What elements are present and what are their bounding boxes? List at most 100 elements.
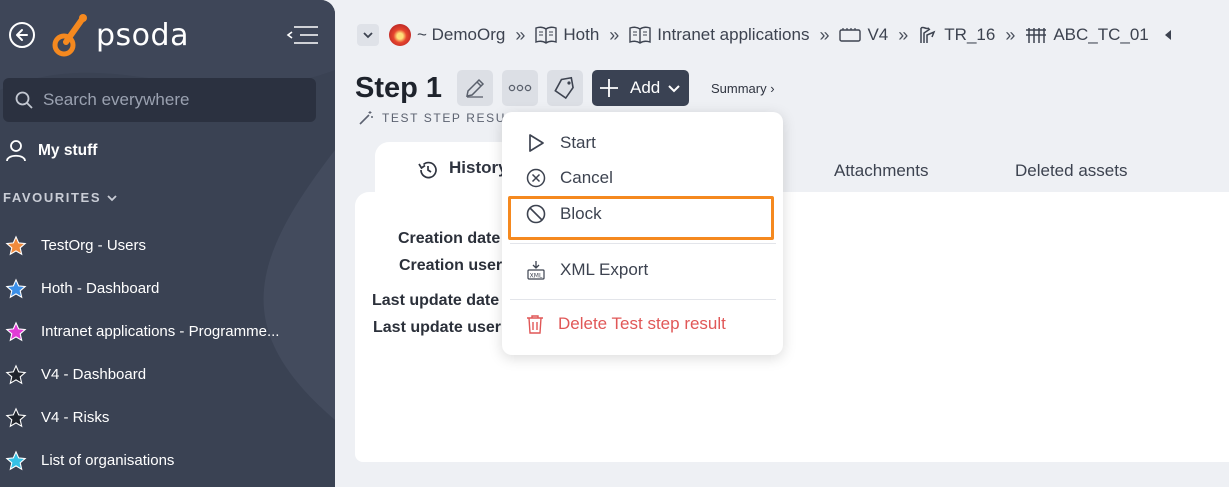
favourite-item[interactable]: Intranet applications - Programme... <box>5 310 279 353</box>
search-box[interactable] <box>3 78 316 122</box>
back-button[interactable] <box>9 22 35 48</box>
chevron-down-icon <box>668 85 680 93</box>
ellipsis-icon <box>508 84 532 92</box>
more-options-button[interactable] <box>502 70 538 106</box>
breadcrumb-separator: » <box>515 24 526 45</box>
breadcrumb-item-hoth[interactable]: Hoth <box>535 25 599 45</box>
book-icon <box>629 26 651 44</box>
favourites-heading[interactable]: FAVOURITES <box>3 190 118 205</box>
edit-button[interactable] <box>457 70 493 106</box>
star-icon <box>5 320 27 341</box>
menu-item-delete[interactable]: Delete Test step result <box>526 309 726 339</box>
breadcrumb-label: Hoth <box>563 25 600 44</box>
breadcrumb-item-org[interactable]: ~ DemoOrg <box>389 24 505 46</box>
breadcrumb-label: ABC_TC_01 <box>1053 25 1149 44</box>
star-icon <box>5 406 27 427</box>
menu-item-label: Block <box>560 204 602 223</box>
search-icon <box>15 91 33 109</box>
breadcrumb-item-abc-tc-01[interactable]: ABC_TC_01 <box>1025 25 1149 45</box>
tab-deleted-assets[interactable]: Deleted assets <box>1015 161 1127 181</box>
chevron-down-icon <box>107 194 117 201</box>
breadcrumb-separator: » <box>609 24 620 45</box>
tab-history[interactable]: History <box>375 142 515 194</box>
favourite-item[interactable]: V4 - Dashboard <box>5 353 279 396</box>
breadcrumb-label: TR_16 <box>944 25 996 44</box>
breadcrumb-label: V4 <box>867 25 889 44</box>
psoda-logo-icon <box>52 14 87 57</box>
favourite-label: Hoth - Dashboard <box>41 280 160 297</box>
favourite-item[interactable]: V4 - Risks <box>5 396 279 439</box>
breadcrumb-label: Intranet applications <box>657 25 810 44</box>
menu-item-label: Cancel <box>560 168 613 187</box>
org-logo-icon <box>389 24 411 46</box>
favourites-list: TestOrg - Users Hoth - Dashboard Intrane… <box>5 224 279 482</box>
xml-export-icon: XML <box>527 261 545 280</box>
cancel-circle-icon <box>526 168 546 188</box>
star-icon <box>5 234 27 255</box>
book-icon <box>535 26 558 44</box>
sidebar: psoda My stuff FAVOURITES TestOrg - User… <box>0 0 335 487</box>
menu-collapse-icon <box>286 26 318 44</box>
tab-attachments[interactable]: Attachments <box>834 161 929 181</box>
test-run-icon <box>920 26 936 43</box>
favourite-item[interactable]: Hoth - Dashboard <box>5 267 279 310</box>
content-panel: Creation date Creation user Last update … <box>355 192 1229 462</box>
chevron-down-icon <box>363 32 373 39</box>
arrow-left-icon <box>16 29 28 41</box>
favourites-heading-label: FAVOURITES <box>3 190 102 205</box>
summary-link[interactable]: Summary › <box>711 81 775 96</box>
star-icon <box>5 277 27 298</box>
favourite-label: TestOrg - Users <box>41 237 147 254</box>
collapse-sidebar-button[interactable] <box>286 24 320 46</box>
star-icon <box>5 449 27 470</box>
search-input[interactable] <box>43 90 303 110</box>
psoda-logo[interactable]: psoda <box>52 12 189 58</box>
tag-button[interactable] <box>547 70 583 106</box>
menu-separator <box>510 299 776 300</box>
user-icon <box>6 140 26 162</box>
breadcrumb-separator: » <box>898 24 909 45</box>
pencil-icon <box>466 78 485 98</box>
last-update-date-label: Last update date <box>372 292 500 309</box>
tag-icon <box>554 76 574 100</box>
add-button[interactable]: Add <box>592 70 689 106</box>
history-icon <box>418 161 437 179</box>
menu-item-label: Delete Test step result <box>558 314 726 333</box>
favourite-label: V4 - Dashboard <box>41 366 147 383</box>
page-subtitle: TEST STEP RESULT <box>358 110 522 126</box>
creation-date-label: Creation date <box>398 230 501 247</box>
plus-icon <box>600 79 618 97</box>
breadcrumb-item-intranet-applications[interactable]: Intranet applications <box>629 25 809 45</box>
test-case-icon <box>1026 28 1047 43</box>
tab-label: History <box>449 158 508 177</box>
page-title: Step 1 <box>355 72 443 104</box>
star-icon <box>5 363 27 384</box>
breadcrumb-separator: » <box>819 24 830 45</box>
svg-text:XML: XML <box>530 273 543 280</box>
menu-item-label: Start <box>560 133 596 152</box>
my-stuff-link[interactable]: My stuff <box>6 140 97 162</box>
breadcrumb-separator: » <box>1005 24 1016 45</box>
favourite-item[interactable]: List of organisations <box>5 439 279 482</box>
play-icon <box>529 134 544 152</box>
breadcrumb-item-tr16[interactable]: TR_16 <box>918 25 995 45</box>
favourite-item[interactable]: TestOrg - Users <box>5 224 279 267</box>
breadcrumb-item-v4[interactable]: V4 <box>839 25 888 45</box>
favourite-label: List of organisations <box>41 452 175 469</box>
menu-item-cancel[interactable]: Cancel <box>526 163 613 193</box>
caret-left-icon[interactable] <box>1163 29 1173 41</box>
breadcrumb-toggle-button[interactable] <box>357 24 379 46</box>
add-button-label: Add <box>630 78 661 97</box>
logo-text: psoda <box>96 17 189 53</box>
folder-icon <box>839 28 862 42</box>
my-stuff-label: My stuff <box>38 142 98 159</box>
last-update-user-label: Last update user <box>373 319 502 336</box>
menu-separator <box>510 243 776 244</box>
menu-item-xml-export[interactable]: XML XML Export <box>526 255 648 285</box>
menu-item-start[interactable]: Start <box>526 128 596 158</box>
more-options-menu: Start Cancel Block XML XML Export Delete… <box>502 112 783 355</box>
breadcrumb: ~ DemoOrg » Hoth » Intranet applications… <box>357 22 1173 48</box>
menu-item-block[interactable]: Block <box>526 199 602 229</box>
magic-wand-icon <box>359 111 373 125</box>
breadcrumb-label: ~ DemoOrg <box>417 25 506 44</box>
